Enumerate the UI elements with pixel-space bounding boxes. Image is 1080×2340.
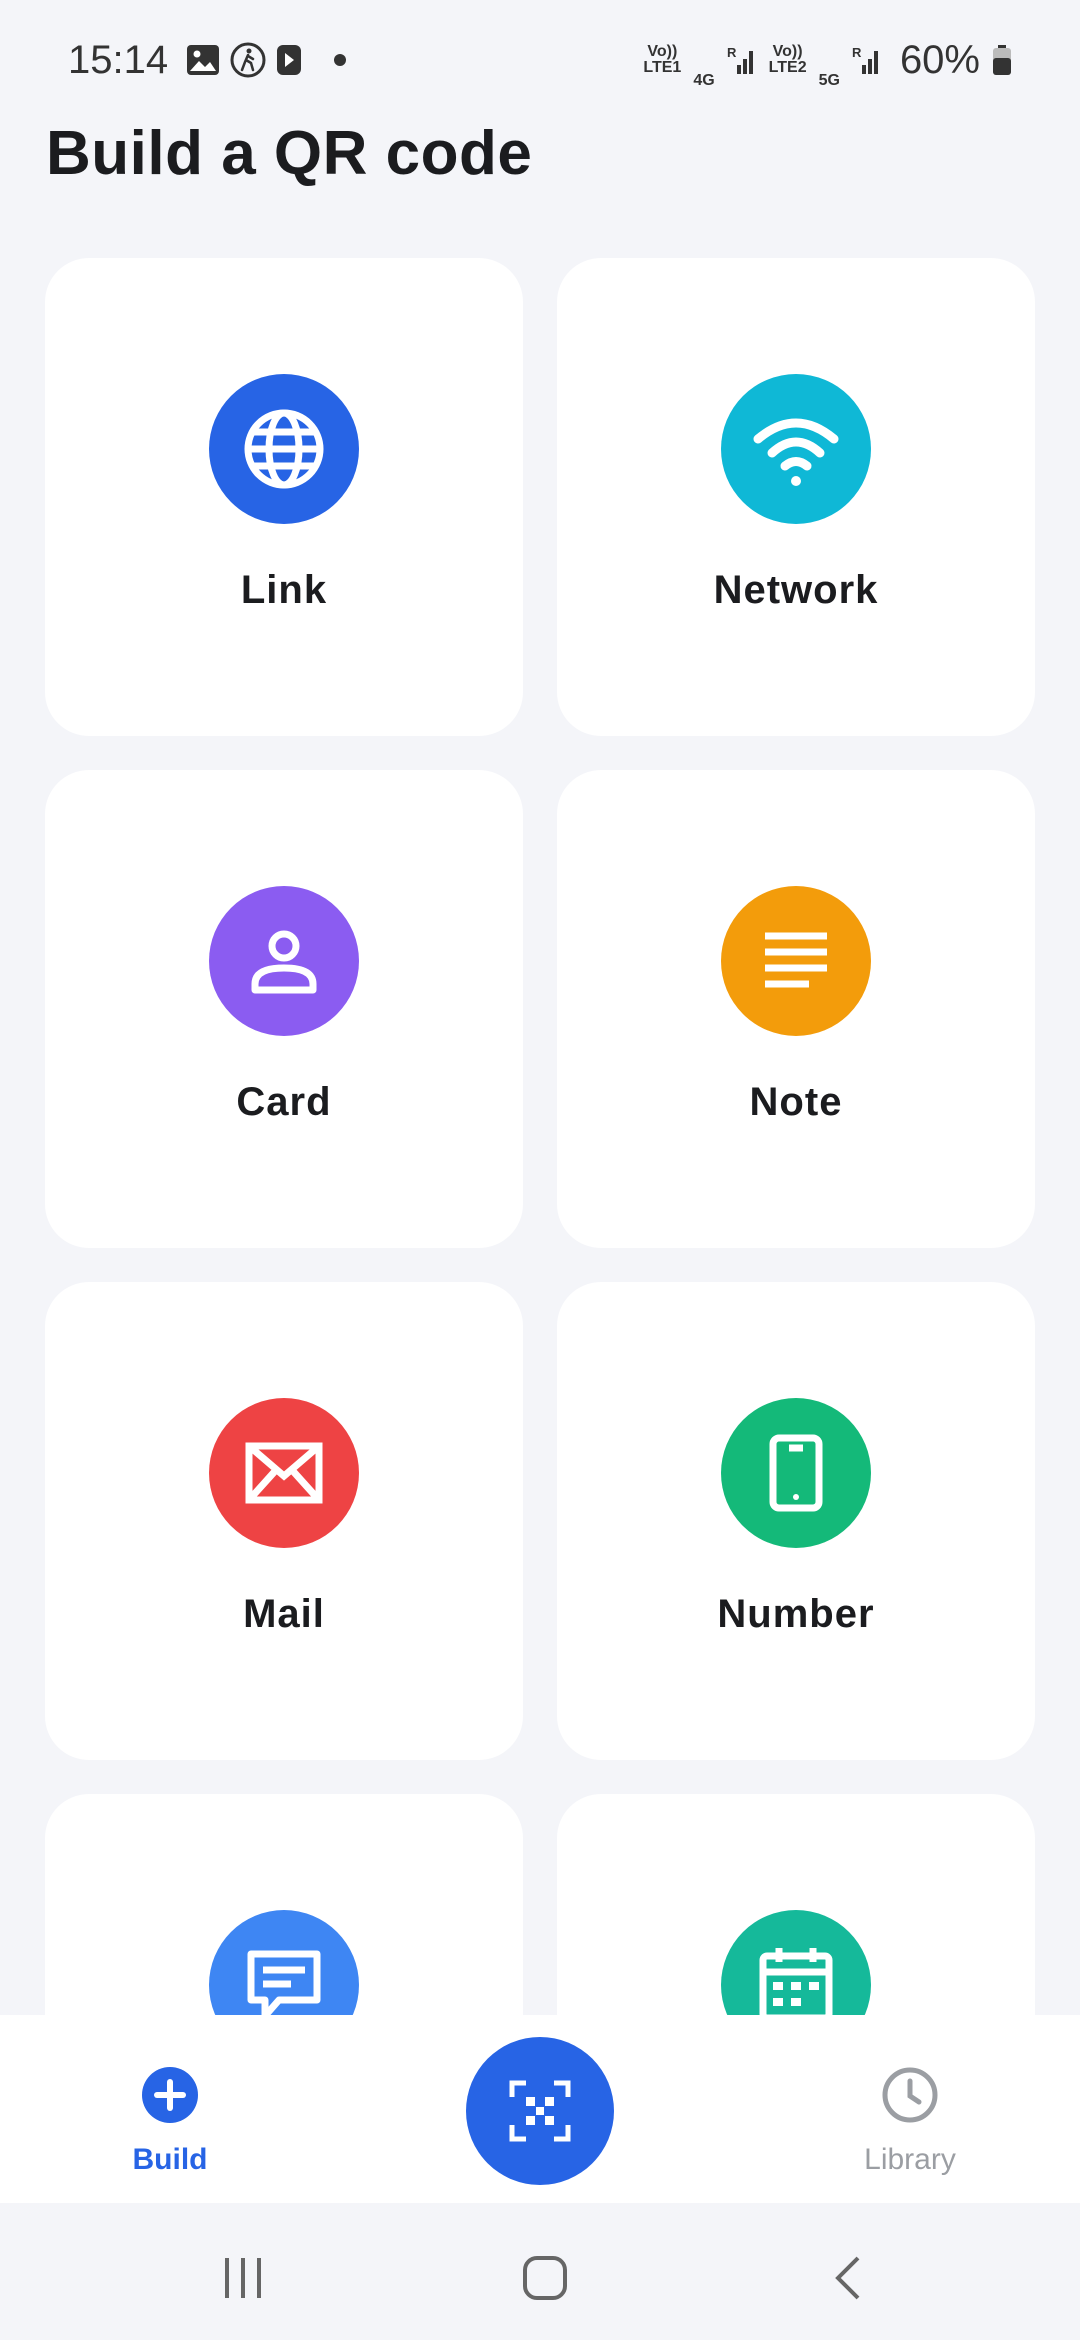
tile-link[interactable]: Link bbox=[45, 258, 523, 736]
battery-icon bbox=[993, 45, 1011, 75]
phone-icon bbox=[721, 1398, 871, 1548]
tile-note[interactable]: Note bbox=[557, 770, 1035, 1248]
back-icon bbox=[835, 2256, 860, 2300]
system-nav-bar bbox=[0, 2203, 1080, 2340]
note-lines-icon bbox=[721, 886, 871, 1036]
volte-1-indicator: Vo)) LTE1 bbox=[643, 43, 682, 76]
wifi-icon bbox=[721, 374, 871, 524]
signal-icon-2: R bbox=[852, 45, 878, 74]
page-title: Build a QR code bbox=[46, 119, 533, 188]
back-button[interactable] bbox=[818, 2248, 878, 2308]
tile-label: Card bbox=[236, 1080, 332, 1124]
volte-2-indicator: Vo)) LTE2 bbox=[768, 43, 807, 76]
nav-library[interactable]: Library bbox=[800, 2015, 1020, 2203]
home-button[interactable] bbox=[515, 2248, 575, 2308]
signal-icon-1: R bbox=[727, 45, 753, 74]
nav-build-label: Build bbox=[132, 2143, 208, 2176]
nav-build[interactable]: Build bbox=[60, 2015, 280, 2203]
tile-label: Network bbox=[713, 568, 879, 612]
status-time: 15:14 bbox=[68, 37, 169, 82]
recent-apps-icon bbox=[225, 2258, 261, 2298]
media-play-icon bbox=[277, 45, 302, 75]
qr-scan-icon bbox=[509, 2080, 571, 2142]
tile-network[interactable]: Network bbox=[557, 258, 1035, 736]
battery-percent: 60% bbox=[899, 37, 980, 82]
tile-number[interactable]: Number bbox=[557, 1282, 1035, 1760]
svg-text:R: R bbox=[727, 45, 737, 60]
scan-qr-button[interactable] bbox=[466, 2037, 614, 2185]
walking-icon bbox=[230, 42, 266, 78]
tile-label: Number bbox=[717, 1592, 875, 1636]
globe-icon bbox=[209, 374, 359, 524]
tile-label: Note bbox=[749, 1080, 843, 1124]
network-type-2: 5G bbox=[818, 72, 840, 89]
person-icon bbox=[209, 886, 359, 1036]
add-circle-icon bbox=[142, 2067, 198, 2123]
mail-icon bbox=[209, 1398, 359, 1548]
svg-text:R: R bbox=[852, 45, 862, 60]
clock-icon bbox=[882, 2067, 938, 2123]
tile-card[interactable]: Card bbox=[45, 770, 523, 1248]
nav-library-label: Library bbox=[864, 2143, 956, 2176]
system-status: Vo)) LTE1 4G R Vo)) LTE2 5G R 60% bbox=[643, 31, 1012, 89]
tile-label: Mail bbox=[243, 1592, 325, 1636]
recent-apps-button[interactable] bbox=[213, 2248, 273, 2308]
more-notifications-dot bbox=[334, 54, 347, 66]
tile-mail[interactable]: Mail bbox=[45, 1282, 523, 1760]
network-type-1: 4G bbox=[693, 72, 715, 89]
tile-label: Link bbox=[240, 568, 328, 612]
notification-icons bbox=[186, 42, 347, 78]
home-icon bbox=[523, 2256, 567, 2300]
status-bar: 15:14 Vo)) LTE1 4G R Vo)) LTE2 5G R 60% bbox=[0, 0, 1080, 120]
gallery-icon bbox=[187, 45, 220, 75]
